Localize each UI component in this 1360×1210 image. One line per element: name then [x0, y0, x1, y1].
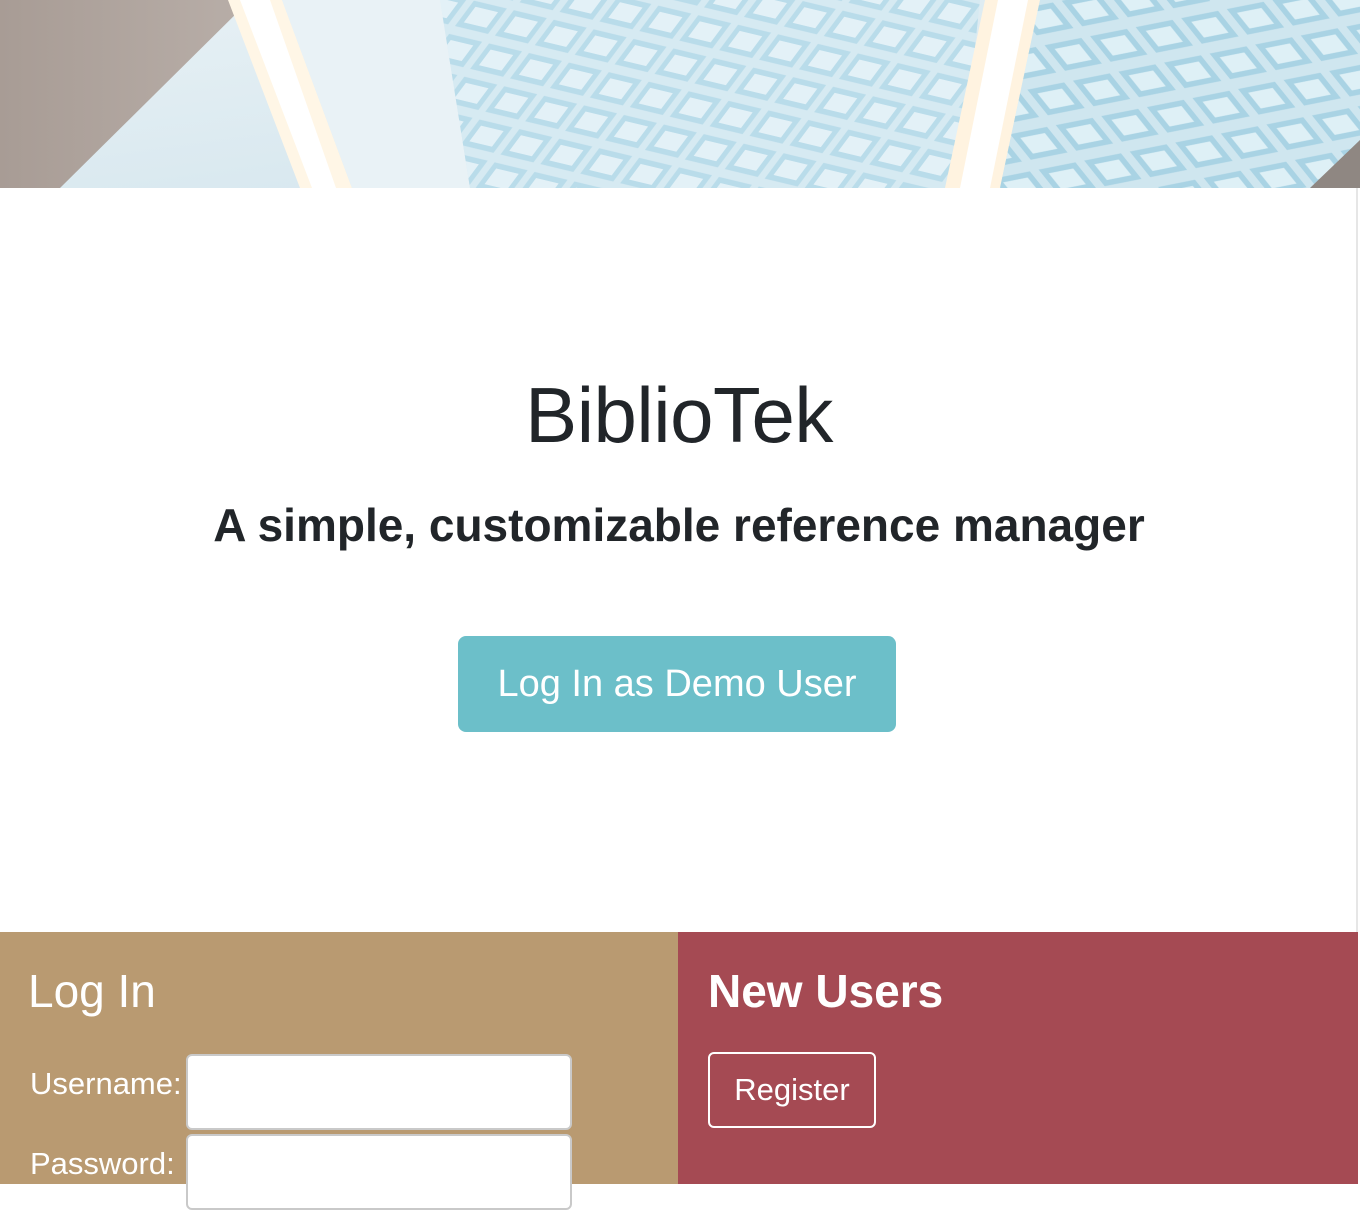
- app-tagline: A simple, customizable reference manager: [213, 499, 1145, 551]
- hero-banner-image: [0, 0, 1360, 188]
- password-label: Password:: [30, 1146, 175, 1181]
- app-title: BiblioTek: [525, 371, 833, 459]
- username-input[interactable]: [186, 1054, 572, 1130]
- username-label: Username:: [30, 1066, 182, 1101]
- login-heading: Log In: [28, 965, 156, 1017]
- new-users-panel: New Users Register: [678, 932, 1358, 1184]
- new-users-heading: New Users: [708, 965, 944, 1017]
- login-panel: Log In Username: Password:: [0, 932, 678, 1210]
- hero-section: BiblioTek A simple, customizable referen…: [0, 188, 1358, 932]
- register-button[interactable]: Register: [708, 1052, 876, 1128]
- banner-illustration: [0, 0, 1360, 188]
- demo-login-button[interactable]: Log In as Demo User: [458, 636, 896, 732]
- password-input[interactable]: [186, 1134, 572, 1210]
